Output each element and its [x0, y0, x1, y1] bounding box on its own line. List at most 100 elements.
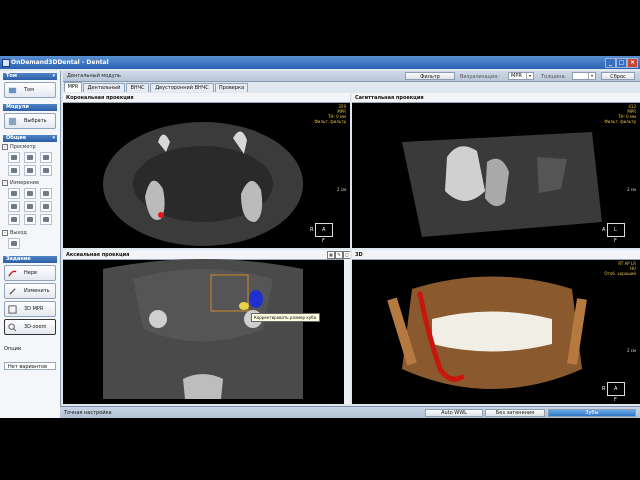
area-icon	[43, 191, 49, 196]
visualization-label: Визуализация:	[460, 74, 499, 80]
angle-tool[interactable]	[24, 188, 36, 199]
filter-info: Фильт. фильтр	[314, 119, 346, 124]
nerve-icon	[8, 270, 17, 277]
pan-icon	[11, 155, 17, 160]
app-window: OnDemand3DDental - Dental _ □ × Том ▾ То…	[0, 56, 640, 418]
tab-mpr[interactable]: MPR	[64, 82, 82, 92]
fine-tune-label: Точная настройка	[64, 410, 112, 416]
window-level-tool[interactable]	[40, 152, 52, 163]
orientation-cube: R A F	[310, 223, 333, 244]
exit-icon	[11, 241, 17, 246]
tab-check[interactable]: Проверка	[215, 83, 248, 92]
app-icon	[2, 59, 10, 67]
ruler-icon	[11, 191, 17, 196]
crop-tool[interactable]	[40, 165, 52, 176]
filter-button[interactable]: Фильтр	[405, 72, 455, 80]
ruler-tool[interactable]	[8, 188, 20, 199]
contrast-icon	[43, 155, 49, 160]
text-tool[interactable]	[40, 201, 52, 212]
section-tom[interactable]: Том ▾	[3, 73, 57, 80]
pan-tool[interactable]	[8, 152, 20, 163]
collapse-icon[interactable]: -	[2, 180, 8, 186]
scale-label: 2 см	[336, 187, 346, 192]
axial-scrollbar[interactable]	[344, 259, 350, 404]
exit-group[interactable]: - Выход	[2, 230, 27, 236]
3d-render	[387, 276, 587, 389]
section-modules-label: Модули	[6, 104, 29, 110]
section-modules[interactable]: Модули	[3, 104, 57, 111]
scale-label: 2 см	[626, 187, 636, 192]
coronal-image	[103, 122, 303, 246]
profile-tool[interactable]	[24, 201, 36, 212]
sagittal-image	[402, 132, 602, 237]
minimize-button[interactable]: _	[605, 58, 616, 68]
exit-tool[interactable]	[8, 238, 20, 249]
no-shading-button[interactable]: Без затенения	[485, 409, 545, 417]
auto-wwl-button[interactable]: Auto WWL	[425, 409, 483, 417]
coronal-viewport[interactable]: Корональная проекция 359 MPR TH: 0 мм Фи…	[63, 93, 350, 248]
tab-tmj[interactable]: ВНЧС	[126, 83, 149, 92]
erase-tool[interactable]	[24, 214, 36, 225]
collapse-icon[interactable]: -	[2, 144, 8, 150]
module-header: Дентальный модуль Фильтр Визуализация: M…	[63, 71, 640, 82]
pin-icon[interactable]: ✎	[335, 251, 343, 259]
coronal-title: Корональная проекция	[66, 95, 134, 101]
title-bar: OnDemand3DDental - Dental _ □ ×	[0, 56, 640, 69]
section-task-label: Задание	[6, 256, 31, 262]
nerve-button[interactable]: Нерв	[4, 265, 56, 281]
scale-label: 2 см	[626, 348, 636, 353]
section-task[interactable]: Задание	[3, 256, 57, 263]
visualization-value: MPR	[511, 73, 522, 79]
tab-bar: MPR Дентальный ВНЧС Двусторонний ВНЧС Пр…	[63, 82, 640, 92]
profile-icon	[27, 204, 33, 209]
measure-group[interactable]: - Измерение	[2, 180, 39, 186]
select-tool[interactable]	[24, 165, 36, 176]
section-general[interactable]: Общие ▾	[3, 135, 57, 142]
nerve-button-label: Нерв	[24, 270, 37, 276]
3d-title: 3D	[355, 252, 363, 258]
zoom-3d-icon	[8, 323, 17, 332]
axial-viewport[interactable]: Аксиальная проекция ▦ ✎ □ Корректировать…	[63, 250, 350, 404]
orient-right: A	[614, 386, 618, 392]
close-button[interactable]: ×	[627, 58, 638, 68]
eraser-icon	[27, 217, 33, 222]
angle-icon	[27, 191, 33, 196]
area-tool[interactable]	[40, 188, 52, 199]
nerve-marker	[158, 212, 164, 218]
3d-zoom-button[interactable]: 3D-zoom	[4, 319, 56, 335]
view-group[interactable]: - Просмотр	[2, 144, 36, 150]
tom-button[interactable]: Том	[4, 82, 56, 98]
status-bar: Точная настройка Auto WWL Без затенения …	[60, 406, 640, 418]
select-module-button[interactable]: Выбрать	[4, 113, 56, 129]
3d-mpr-button[interactable]: 3D MPR	[4, 301, 56, 317]
zoom-tool[interactable]	[24, 152, 36, 163]
teeth-button[interactable]: Зубы	[548, 409, 636, 417]
density-tool[interactable]	[8, 201, 20, 212]
arrow-tool[interactable]	[8, 214, 20, 225]
collapse-icon[interactable]: -	[2, 230, 8, 236]
filter-info: Фильт. фильтр	[604, 119, 636, 124]
orient-left: R	[310, 227, 314, 233]
layout-icon[interactable]: ▦	[327, 251, 335, 259]
sagittal-viewport[interactable]: Сагиттальная проекция 412 MPR TH: 0 мм Ф…	[352, 93, 640, 248]
thickness-label: Толщина:	[541, 74, 567, 80]
3d-viewport[interactable]: 3D RT AP LR HU Отоб. хороший 2 см R A F	[352, 250, 640, 404]
tab-bilateral-tmj[interactable]: Двусторонний ВНЧС	[150, 83, 214, 92]
axial-image	[103, 259, 303, 399]
view-group-label: Просмотр	[10, 144, 36, 150]
module-label: Дентальный модуль	[67, 73, 121, 79]
visualization-select[interactable]: MPR ▾	[508, 72, 534, 80]
pin-icon[interactable]: ▾	[52, 73, 55, 80]
tab-dental[interactable]: Дентальный	[83, 83, 125, 92]
maximize-icon[interactable]: □	[343, 251, 350, 259]
thickness-select[interactable]: ▾	[572, 72, 596, 80]
orient-left: R	[602, 386, 606, 392]
delete-tool[interactable]	[40, 214, 52, 225]
edit-button[interactable]: Изменить	[4, 283, 56, 299]
rotate-tool[interactable]	[8, 165, 20, 176]
sagittal-info: 412 MPR TH: 0 мм Фильт. фильтр	[604, 104, 636, 124]
axial-title: Аксиальная проекция	[66, 252, 130, 258]
maximize-button[interactable]: □	[616, 58, 627, 68]
reset-button[interactable]: Сброс	[601, 72, 635, 80]
pin-icon[interactable]: ▾	[52, 135, 55, 142]
